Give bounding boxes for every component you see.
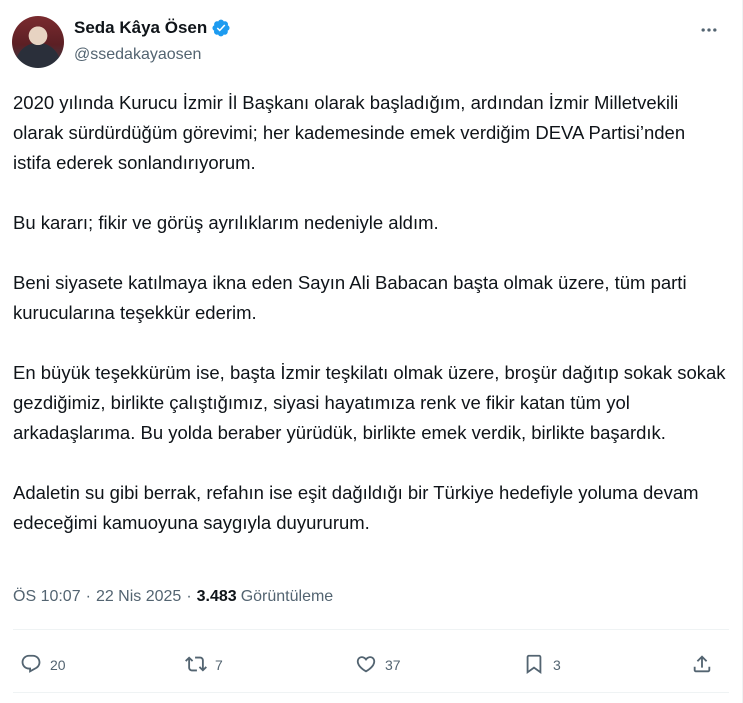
divider — [13, 629, 729, 630]
action-bar: 20 7 37 3 — [0, 648, 743, 682]
meta-separator: · — [186, 588, 192, 605]
author-name-row: Seda Kâya Ösen — [74, 18, 231, 38]
avatar[interactable] — [12, 16, 64, 68]
heart-icon — [355, 653, 377, 678]
like-button[interactable]: 37 — [355, 648, 401, 682]
verified-badge-icon[interactable] — [211, 18, 231, 38]
bookmark-count: 3 — [553, 657, 561, 673]
share-icon — [691, 653, 713, 678]
views-count: 3.483 — [196, 588, 237, 605]
tweet-date[interactable]: 22 Nis 2025 — [96, 588, 181, 606]
author-name[interactable]: Seda Kâya Ösen — [74, 18, 207, 38]
like-count: 37 — [385, 657, 401, 673]
divider — [13, 692, 729, 693]
bookmark-button[interactable]: 3 — [523, 648, 561, 682]
reply-button[interactable]: 20 — [20, 648, 66, 682]
tweet-text: 2020 yılında Kurucu İzmir İl Başkanı ola… — [13, 92, 726, 533]
reply-icon — [20, 653, 42, 678]
tweet-card: Seda Kâya Ösen @ssedakayaosen 2020 yılın… — [0, 0, 743, 703]
retweet-icon — [185, 653, 207, 678]
bookmark-icon — [523, 653, 545, 678]
tweet-meta: ÖS 10:07 · 22 Nis 2025 · 3.483 Görüntüle… — [13, 588, 333, 606]
share-button[interactable] — [691, 648, 713, 682]
retweet-count: 7 — [215, 657, 223, 673]
meta-separator: · — [85, 588, 91, 605]
author-handle[interactable]: @ssedakayaosen — [74, 46, 201, 64]
reply-count: 20 — [50, 657, 66, 673]
retweet-button[interactable]: 7 — [185, 648, 223, 682]
views-label: Görüntüleme — [240, 588, 334, 605]
tweet-time[interactable]: ÖS 10:07 — [13, 588, 81, 606]
more-dots-icon[interactable] — [697, 20, 721, 40]
